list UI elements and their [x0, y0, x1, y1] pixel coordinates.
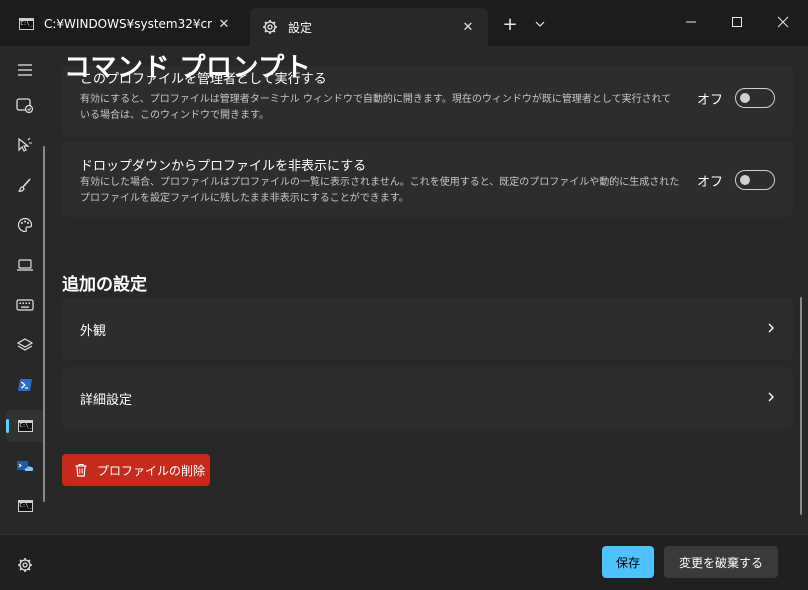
nav-color-schemes[interactable] [6, 209, 44, 241]
trash-icon [74, 463, 88, 477]
tab-settings[interactable]: 設定 ✕ [250, 8, 488, 46]
azure-cloud-shell-icon [17, 461, 34, 471]
minimize-icon [686, 21, 696, 23]
powershell-icon [18, 379, 32, 391]
toggle-switch[interactable] [735, 88, 775, 108]
nav-defaults[interactable] [6, 329, 44, 361]
nav-profile-powershell[interactable] [6, 369, 44, 401]
laptop-icon [17, 259, 33, 271]
maximize-icon [732, 17, 742, 27]
toggle-hide-profile[interactable]: オフ [697, 170, 775, 190]
cmd-icon [17, 420, 33, 432]
toggle-state-label: オフ [696, 92, 723, 108]
nav-profile-cmd-2[interactable] [6, 490, 44, 522]
layers-icon [17, 338, 33, 351]
palette-icon [17, 217, 33, 233]
nav-startup[interactable] [6, 89, 44, 121]
cursor-click-icon [18, 137, 32, 152]
nav-appearance[interactable] [6, 169, 44, 201]
cmd-icon [17, 500, 33, 512]
nav-profile-cmd[interactable] [6, 410, 44, 442]
gear-icon [18, 558, 32, 572]
setting-title: ドロップダウンからプロファイルを非表示にする [80, 159, 367, 174]
section-heading: 追加の設定 [62, 275, 147, 295]
nav-card-advanced[interactable]: 詳細設定 [62, 367, 793, 429]
gear-icon [262, 19, 278, 35]
tab-dropdown-button[interactable] [526, 10, 554, 38]
nav-actions[interactable] [6, 289, 44, 321]
delete-profile-label: プロファイルの削除 [97, 463, 206, 478]
new-tab-button[interactable]: + [496, 10, 524, 38]
toggle-state-label: オフ [696, 174, 723, 190]
tab-cmd-title: C:¥WINDOWS¥system32¥cmd.e [44, 17, 212, 31]
rail-scrollbar[interactable] [43, 146, 45, 502]
keyboard-icon [16, 299, 34, 311]
nav-profile-azure[interactable] [6, 450, 44, 482]
navigation-rail [0, 46, 50, 590]
minimize-button[interactable] [668, 6, 714, 38]
delete-profile-button[interactable]: プロファイルの削除 [62, 454, 210, 486]
cmd-icon [18, 16, 34, 32]
maximize-button[interactable] [714, 6, 760, 38]
setting-card-hide-profile: ドロップダウンからプロファイルを非表示にする 有効にした場合、プロファイルはプロ… [62, 142, 793, 217]
tab-cmd[interactable]: C:¥WINDOWS¥system32¥cmd.e ✕ [6, 8, 244, 40]
nav-interaction[interactable] [6, 129, 44, 161]
setting-description: 有効にした場合、プロファイルはプロファイルの一覧に表示されません。これを使用する… [80, 177, 680, 204]
nav-card-appearance[interactable]: 外観 [62, 298, 793, 360]
setting-description: 有効にすると、プロファイルは管理者ターミナル ウィンドウで自動的に開きます。現在… [80, 94, 672, 121]
content-scrollbar[interactable] [800, 297, 802, 515]
close-tab-icon[interactable]: ✕ [212, 12, 236, 36]
startup-icon [16, 98, 34, 113]
toggle-switch[interactable] [735, 170, 775, 190]
paintbrush-icon [17, 178, 31, 192]
toggle-run-as-admin[interactable]: オフ [697, 88, 775, 108]
chevron-right-icon [767, 391, 775, 406]
close-window-button[interactable] [760, 6, 806, 38]
save-button[interactable]: 保存 [602, 546, 654, 578]
hamburger-icon [18, 64, 32, 76]
nav-card-label: 詳細設定 [80, 392, 133, 408]
close-tab-icon[interactable]: ✕ [456, 15, 480, 39]
tab-settings-title: 設定 [288, 20, 313, 35]
hamburger-menu-button[interactable] [6, 54, 44, 86]
close-icon [777, 16, 789, 28]
title-bar: C:¥WINDOWS¥system32¥cmd.e ✕ 設定 ✕ + [0, 0, 808, 46]
page-title: コマンド プロンプト [64, 53, 312, 83]
nav-card-label: 外観 [80, 323, 107, 339]
nav-rendering[interactable] [6, 249, 44, 281]
chevron-down-icon [535, 21, 545, 27]
chevron-right-icon [767, 322, 775, 337]
discard-changes-button[interactable]: 変更を破棄する [664, 546, 778, 578]
open-settings-button[interactable] [14, 554, 36, 576]
